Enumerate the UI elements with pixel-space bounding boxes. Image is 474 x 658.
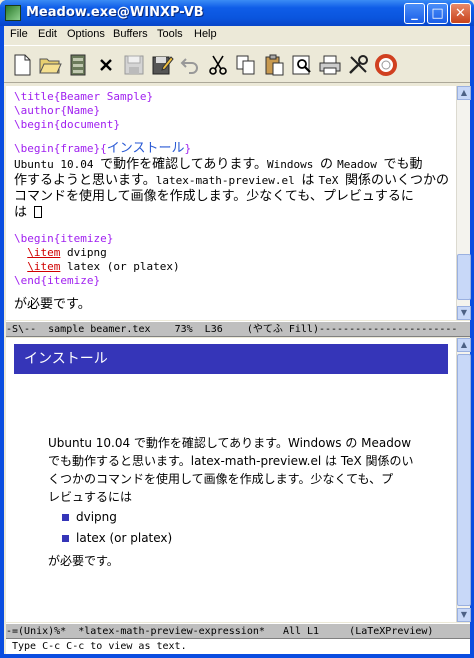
code-line: \end{itemize} bbox=[14, 274, 101, 287]
preferences-icon[interactable] bbox=[346, 53, 370, 77]
menu-bar: File Edit Options Buffers Tools Help bbox=[4, 26, 470, 44]
preview-paragraph: レビュするには bbox=[48, 490, 133, 504]
copy-icon[interactable] bbox=[234, 53, 258, 77]
menu-edit[interactable]: Edit bbox=[38, 28, 57, 40]
source-editor[interactable]: \title{Beamer Sample} \author{Name} \beg… bbox=[6, 86, 456, 320]
code-line: \title{Beamer Sample} bbox=[14, 90, 154, 103]
preview-paragraph: が必要です。 bbox=[48, 554, 119, 568]
bullet-icon bbox=[62, 514, 69, 521]
scroll-thumb[interactable] bbox=[457, 254, 471, 300]
maximize-button[interactable]: □ bbox=[427, 3, 448, 24]
meadow-app-icon[interactable] bbox=[5, 5, 21, 21]
new-file-icon[interactable] bbox=[10, 53, 34, 77]
slide-heading: インストール bbox=[14, 344, 448, 374]
search-icon[interactable] bbox=[290, 53, 314, 77]
scroll-down-icon[interactable]: ▼ bbox=[457, 608, 471, 622]
editor-scrollbar[interactable]: ▲ ▼ bbox=[456, 86, 471, 320]
cut-icon[interactable] bbox=[206, 53, 230, 77]
code-line: は bbox=[14, 206, 42, 220]
code-line: コマンドを使用して画像を作成します。少なくても、プレビュするに bbox=[14, 189, 414, 204]
menu-buffers[interactable]: Buffers bbox=[113, 28, 148, 40]
menu-tools[interactable]: Tools bbox=[157, 28, 183, 40]
code-line: が必要です。 bbox=[14, 297, 91, 312]
menu-help[interactable]: Help bbox=[194, 28, 217, 40]
code-line: Ubuntu 10.04 で動作を確認してあります。Windows の Mead… bbox=[14, 157, 423, 172]
save-as-icon[interactable] bbox=[150, 53, 174, 77]
undo-icon[interactable] bbox=[178, 53, 202, 77]
preview-list-item: dvipng bbox=[76, 510, 117, 524]
scroll-down-icon[interactable]: ▼ bbox=[457, 306, 471, 320]
app-window: Meadow.exe@WINXP-VB _ □ ✕ File Edit Opti… bbox=[0, 0, 474, 658]
paste-icon[interactable] bbox=[262, 53, 286, 77]
save-icon[interactable] bbox=[122, 53, 146, 77]
minimize-button[interactable]: _ bbox=[404, 3, 425, 24]
close-buffer-icon[interactable] bbox=[94, 53, 118, 77]
minibuffer[interactable]: Type C-c C-c to view as text. bbox=[6, 639, 470, 654]
code-line: \author{Name} bbox=[14, 104, 101, 117]
code-line: \item latex (or platex) bbox=[27, 260, 180, 273]
toolbar bbox=[4, 45, 470, 83]
help-icon[interactable] bbox=[374, 53, 398, 77]
code-line: \begin{document} bbox=[14, 118, 120, 131]
editor-modeline: -S\-- sample beamer.tex 73% L36 (やてふ Fil… bbox=[6, 321, 470, 337]
code-line: 作するようと思います。latex-math-preview.el は TeX 関… bbox=[14, 173, 450, 188]
preview-paragraph: でも動作すると思います。latex-math-preview.el は TeX … bbox=[48, 454, 414, 468]
preview-paragraph: くつかのコマンドを使用して画像を作成します。少なくても、プ bbox=[48, 472, 394, 486]
code-line: \item dvipng bbox=[27, 246, 107, 259]
text-cursor bbox=[33, 206, 42, 218]
scroll-up-icon[interactable]: ▲ bbox=[457, 338, 471, 352]
client-area: File Edit Options Buffers Tools Help \ti… bbox=[4, 26, 471, 654]
scroll-thumb[interactable] bbox=[457, 354, 471, 606]
menu-file[interactable]: File bbox=[10, 28, 28, 40]
scroll-up-icon[interactable]: ▲ bbox=[457, 86, 471, 100]
print-icon[interactable] bbox=[318, 53, 342, 77]
code-line: \begin{frame}{インストール} bbox=[14, 141, 192, 156]
window-title: Meadow.exe@WINXP-VB bbox=[26, 5, 204, 20]
preview-pane[interactable]: インストール Ubuntu 10.04 で動作を確認してあります。Windows… bbox=[6, 338, 456, 622]
close-button[interactable]: ✕ bbox=[450, 3, 471, 24]
preview-list-item: latex (or platex) bbox=[76, 531, 173, 545]
menu-options[interactable]: Options bbox=[67, 28, 105, 40]
title-bar[interactable]: Meadow.exe@WINXP-VB _ □ ✕ bbox=[0, 0, 474, 26]
dired-icon[interactable] bbox=[66, 53, 90, 77]
code-line: \begin{itemize} bbox=[14, 232, 114, 245]
preview-modeline: -=(Unix)%* *latex-math-preview-expressio… bbox=[6, 623, 470, 639]
open-folder-icon[interactable] bbox=[38, 53, 62, 77]
preview-scrollbar[interactable]: ▲ ▼ bbox=[456, 338, 471, 622]
preview-paragraph: Ubuntu 10.04 で動作を確認してあります。Windows の Mead… bbox=[48, 436, 412, 450]
bullet-icon bbox=[62, 535, 69, 542]
